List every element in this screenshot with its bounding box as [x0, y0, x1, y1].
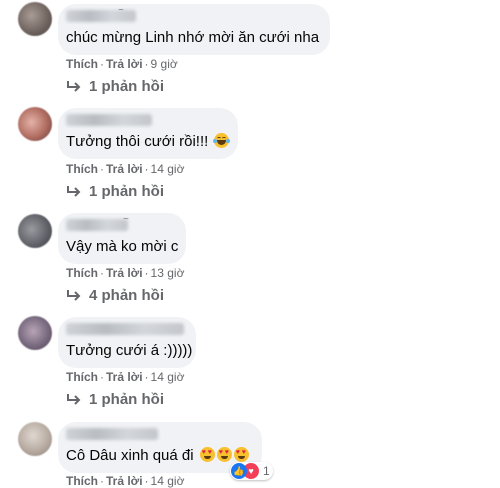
- comment-text: Cô Dâu xinh quá đi ♥ ♥ ♥ ♥ ♥ ♥: [66, 447, 249, 464]
- like-link[interactable]: Thích: [66, 162, 98, 176]
- reply-link[interactable]: Trả lời: [106, 370, 143, 384]
- reply-link[interactable]: Trả lời: [106, 162, 143, 176]
- comment-text: Tưởng cưới á :))))): [66, 342, 193, 359]
- name-mark: ~: [123, 214, 129, 225]
- commenter-name-redacted[interactable]: [66, 428, 158, 440]
- comment-bubble: ~ chúc mừng Linh nhớ mời ăn cưới nha: [58, 4, 330, 55]
- comment-text-content: Tưởng thôi cưới rồi!!!: [66, 133, 209, 150]
- view-replies-button[interactable]: 1 phản hồi: [66, 183, 164, 200]
- comment-text: Tưởng thôi cưới rồi!!!: [66, 133, 231, 150]
- timestamp[interactable]: 14 giờ: [151, 370, 185, 384]
- reaction-summary[interactable]: 👍 ♥ 1: [230, 462, 273, 480]
- avatar[interactable]: [18, 2, 52, 36]
- like-link[interactable]: Thích: [66, 266, 98, 280]
- avatar[interactable]: [18, 316, 52, 350]
- comment-meta: Thích · Trả lời · 14 giờ: [66, 162, 185, 176]
- comment-text: chúc mừng Linh nhớ mời ăn cưới nha: [66, 29, 320, 46]
- replies-count: 1 phản hồi: [89, 78, 164, 95]
- timestamp[interactable]: 13 giờ: [151, 266, 185, 280]
- timestamp[interactable]: 14 giờ: [151, 162, 185, 176]
- replies-count: 1 phản hồi: [89, 183, 164, 200]
- timestamp[interactable]: 9 giờ: [151, 57, 178, 71]
- comment-bubble: Tưởng thôi cưới rồi!!!: [58, 108, 238, 159]
- comment-text: Vậy mà ko mời c: [66, 238, 179, 255]
- replies-count: 4 phản hồi: [89, 287, 164, 304]
- reply-link[interactable]: Trả lời: [106, 57, 143, 71]
- like-link[interactable]: Thích: [66, 370, 98, 384]
- reaction-count: 1: [263, 464, 270, 478]
- comment-meta: Thích · Trả lời · 14 giờ: [66, 370, 185, 384]
- reply-link[interactable]: Trả lời: [106, 266, 143, 280]
- commenter-name-redacted[interactable]: [66, 219, 128, 231]
- like-link[interactable]: Thích: [66, 57, 98, 71]
- comment-text-content: Cô Dâu xinh quá đi: [66, 447, 194, 464]
- heart-eyes-emoji-icon: ♥ ♥: [233, 447, 249, 462]
- view-replies-button[interactable]: 4 phản hồi: [66, 287, 164, 304]
- reply-arrow-icon: [67, 185, 81, 197]
- avatar[interactable]: [18, 107, 52, 141]
- view-replies-button[interactable]: 1 phản hồi: [66, 391, 164, 408]
- heart-eyes-emoji-icon: ♥ ♥: [199, 447, 215, 462]
- reply-link[interactable]: Trả lời: [106, 474, 143, 488]
- like-icon: 👍: [231, 463, 247, 479]
- reply-arrow-icon: [67, 80, 81, 92]
- view-replies-button[interactable]: 1 phản hồi: [66, 78, 164, 95]
- tears-of-joy-emoji-icon: [213, 133, 231, 148]
- comment-meta: Thích · Trả lời · 13 giờ: [66, 266, 185, 280]
- commenter-name-redacted[interactable]: [66, 323, 184, 335]
- comment-meta: Thích · Trả lời · 9 giờ: [66, 57, 178, 71]
- comment-meta: Thích · Trả lời · 14 giờ: [66, 474, 185, 488]
- avatar[interactable]: [18, 214, 52, 248]
- comment-bubble: ~ Vậy mà ko mời c: [58, 213, 186, 264]
- comment-bubble: Tưởng cưới á :))))): [58, 317, 196, 368]
- avatar[interactable]: [18, 422, 52, 456]
- like-link[interactable]: Thích: [66, 474, 98, 488]
- name-mark: ~: [118, 5, 124, 16]
- commenter-name-redacted[interactable]: [66, 10, 136, 22]
- replies-count: 1 phản hồi: [89, 391, 164, 408]
- timestamp[interactable]: 14 giờ: [151, 474, 185, 488]
- reply-arrow-icon: [67, 289, 81, 301]
- heart-eyes-emoji-icon: ♥ ♥: [216, 447, 232, 462]
- reply-arrow-icon: [67, 393, 81, 405]
- commenter-name-redacted[interactable]: [66, 114, 152, 126]
